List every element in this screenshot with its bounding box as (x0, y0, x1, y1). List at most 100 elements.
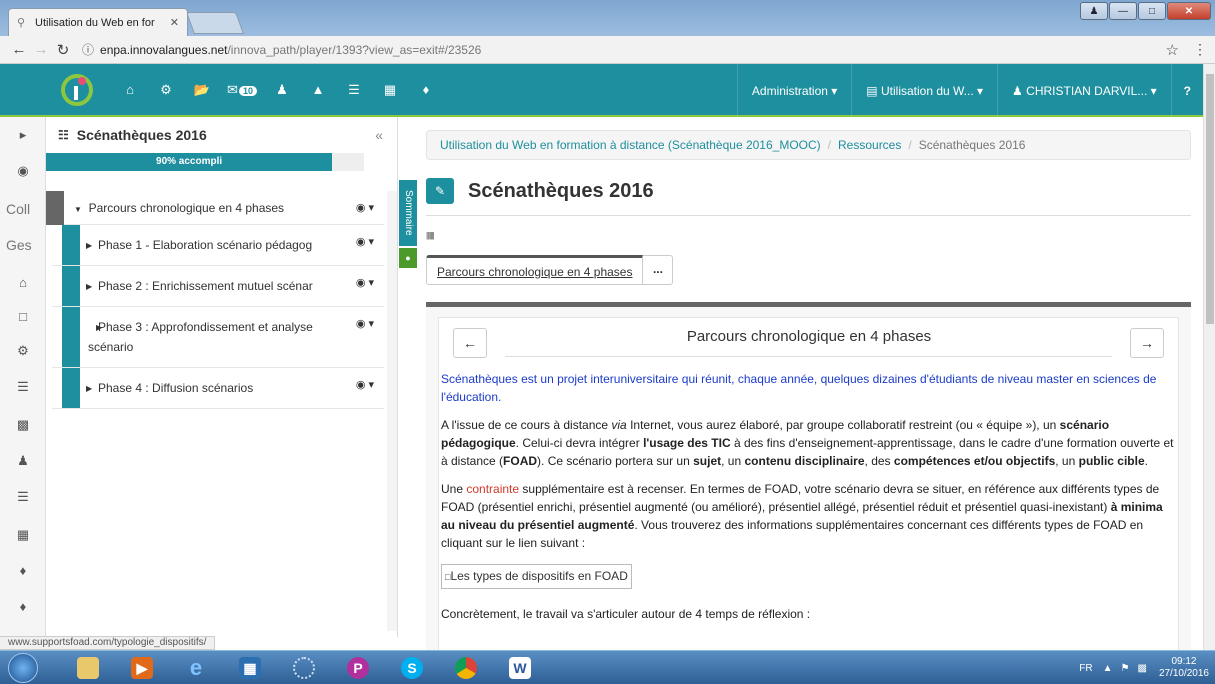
tray-flag-icon[interactable]: ⚑ (1121, 663, 1130, 674)
messages-icon[interactable]: ✉ 10 (220, 82, 264, 98)
previous-step-button[interactable]: ← (453, 328, 487, 358)
tray-up-arrow-icon[interactable]: ▲ (1103, 663, 1113, 674)
chrome-taskbar-icon[interactable] (442, 654, 490, 682)
visibility-toggle[interactable]: ◉ ▾ (356, 276, 374, 289)
browser-tab[interactable]: ⚲ Utilisation du Web en for ✕ (8, 8, 188, 36)
clock[interactable]: 09:12 27/10/2016 (1159, 656, 1209, 680)
tree-item-bar (62, 307, 80, 367)
list-rail-icon[interactable]: ☰ (0, 379, 46, 395)
tree-item-label[interactable]: Phase 1 - Elaboration scénario pédagog (98, 238, 312, 252)
p-taskbar-icon[interactable]: P (334, 654, 382, 682)
groups-icon[interactable]: ♟ (264, 82, 300, 98)
app-taskbar-icon[interactable]: ▦ (226, 654, 274, 682)
tree-item-label[interactable]: Phase 3 : Approfondissement et analyse s… (88, 320, 313, 354)
navbar-right: Administration ▾ ▤ Utilisation du W... ▾… (736, 64, 1203, 117)
home-rail-icon[interactable]: ⌂ (0, 275, 46, 290)
next-step-button[interactable]: → (1130, 328, 1164, 358)
favicon-icon: ⚲ (17, 16, 26, 29)
skype-taskbar-icon[interactable]: S (388, 654, 436, 682)
browser-tab-title: Utilisation du Web en for (35, 16, 155, 29)
user-menu[interactable]: ♟ CHRISTIAN DARVIL... ▾ (997, 64, 1171, 117)
reload-icon[interactable]: ↻ (52, 41, 74, 59)
tree-item[interactable]: ▶ Phase 1 - Elaboration scénario pédagog … (52, 225, 384, 266)
administration-menu[interactable]: Administration ▾ (736, 64, 851, 117)
close-window-button[interactable]: ✕ (1167, 2, 1211, 20)
bookmark-star-icon[interactable]: ☆ (1166, 41, 1179, 59)
new-tab-button[interactable] (185, 12, 245, 34)
visibility-toggle[interactable]: ◉ ▾ (356, 378, 374, 391)
course-menu[interactable]: ▤ Utilisation du W... ▾ (851, 64, 997, 117)
menu-rail-icon[interactable]: ☰ (0, 489, 46, 505)
edit-pencil-icon[interactable]: ✎ (426, 178, 454, 204)
pin-icon[interactable]: ● (399, 248, 417, 268)
home-icon[interactable]: ⌂ (112, 82, 148, 98)
tab-more-button[interactable]: ... (643, 255, 674, 285)
visibility-toggle[interactable]: ◉ ▾ (356, 235, 374, 248)
tree-root-label[interactable]: ▼ Parcours chronologique en 4 phases (74, 201, 284, 215)
media-taskbar-icon[interactable]: ▶ (118, 654, 166, 682)
forward-icon[interactable]: → (30, 41, 52, 58)
breadcrumb-course-link[interactable]: Utilisation du Web en formation à distan… (440, 138, 821, 152)
url-field[interactable]: ⓘ enpa.innovalangues.net/innova_path/pla… (82, 41, 481, 58)
ie-taskbar-icon[interactable]: e (172, 654, 220, 682)
minimize-button[interactable]: — (1109, 2, 1137, 20)
visibility-toggle[interactable]: ◉ ▾ (356, 201, 374, 214)
maximize-button[interactable]: □ (1138, 2, 1166, 20)
tree-item[interactable]: ▶ Phase 3 : Approfondissement et analyse … (52, 307, 384, 368)
language-indicator[interactable]: FR (1079, 663, 1092, 674)
expand-caret-icon[interactable]: ▶ (86, 236, 92, 256)
tray-network-icon[interactable]: ▩ (1137, 663, 1146, 674)
step-card-body: ← Parcours chronologique en 4 phases → S… (438, 317, 1179, 655)
back-icon[interactable]: ← (8, 41, 30, 58)
collapse-sidebar-icon[interactable]: « (375, 127, 383, 143)
tree-item[interactable]: ▶ Phase 4 : Diffusion scénarios ◉ ▾ (52, 368, 384, 409)
user-rail-icon[interactable]: ♟ (0, 453, 46, 469)
expand-caret-icon[interactable]: ▶ (86, 379, 92, 399)
clock-date: 27/10/2016 (1158, 668, 1209, 679)
warning-icon[interactable]: ▲ (300, 82, 336, 98)
browser-menu-icon[interactable]: ⋮ (1193, 41, 1207, 58)
explorer-taskbar-icon[interactable] (64, 654, 112, 682)
sommaire-tab[interactable]: Sommaire (399, 180, 417, 246)
calendar-icon[interactable]: ▦ (372, 82, 408, 98)
calendar-rail-icon[interactable]: ▦ (0, 527, 46, 543)
tree-item[interactable]: ▶ Phase 2 : Enrichissement mutuel scénar … (52, 266, 384, 307)
folder-rail-icon[interactable]: □ (0, 309, 46, 324)
info-icon: ⓘ (82, 43, 95, 57)
course-label: Utilisation du W... (880, 83, 974, 98)
help-icon[interactable]: ? (1170, 64, 1203, 117)
eye-icon[interactable]: ◉ (0, 163, 46, 179)
word-taskbar-icon[interactable]: W (496, 654, 544, 682)
visibility-toggle[interactable]: ◉ ▾ (356, 317, 374, 330)
tree-item-bar (62, 225, 80, 265)
start-button[interactable] (8, 653, 38, 683)
tab-parcours[interactable]: Parcours chronologique en 4 phases (426, 255, 644, 285)
tree-root[interactable]: ▼ Parcours chronologique en 4 phases ◉ ▾ (46, 191, 384, 225)
cogs-icon[interactable]: ⚙ (148, 82, 184, 98)
sidebar-scrollbar[interactable] (387, 191, 397, 631)
tree-item-label[interactable]: Phase 4 : Diffusion scénarios (98, 381, 253, 395)
page-scrollbar[interactable] (1203, 64, 1215, 650)
trophy2-rail-icon[interactable]: ♦ (0, 599, 46, 614)
trophy-rail-icon[interactable]: ♦ (0, 563, 46, 578)
user-label: CHRISTIAN DARVIL... (1026, 83, 1148, 98)
close-tab-icon[interactable]: ✕ (170, 16, 179, 29)
list-icon[interactable]: ☰ (336, 82, 372, 98)
page-scrollbar-thumb[interactable] (1206, 74, 1214, 324)
expand-caret-icon[interactable]: ▶ (86, 318, 102, 338)
innova-logo-icon[interactable] (60, 72, 94, 108)
user-icon[interactable]: ♟ (1080, 2, 1108, 20)
tree-item-label[interactable]: Phase 2 : Enrichissement mutuel scénar (98, 279, 313, 293)
foad-types-image-link[interactable]: □Les types de dispositifs en FOAD (441, 564, 632, 589)
windows-taskbar: ▶ e ▦ P S W FR ▲ ⚑ ▩ 09:12 27/10/2016 (0, 650, 1215, 684)
folder-icon[interactable]: 📂 (184, 82, 220, 98)
step-content: Scénathèques est un projet interuniversi… (441, 370, 1176, 633)
expand-caret-icon[interactable]: ▶ (86, 277, 92, 297)
bell-icon[interactable]: ♦ (408, 82, 444, 98)
loading-taskbar-icon[interactable] (280, 654, 328, 682)
path-sidebar: ☷ Scénathèques 2016 « 90% accompli ▼ Par… (46, 117, 398, 637)
expand-rail-icon[interactable]: ▸ (0, 127, 46, 143)
breadcrumb-resources-link[interactable]: Ressources (838, 138, 901, 152)
cogs-rail-icon[interactable]: ⚙ (0, 343, 46, 359)
chart-rail-icon[interactable]: ▩ (0, 417, 46, 433)
